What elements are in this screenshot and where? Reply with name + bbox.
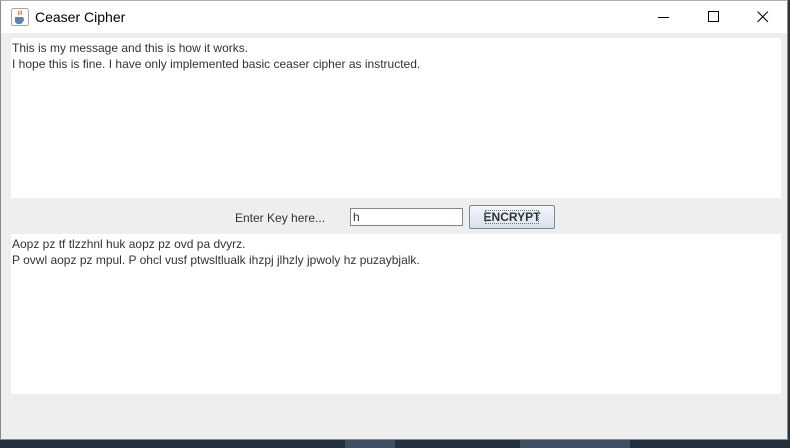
key-input[interactable]: h [350,208,463,226]
app-window: Ceaser Cipher This is my message and thi… [0,0,788,440]
taskbar-item [520,440,630,448]
desktop-taskbar-edge [0,440,790,448]
window-title: Ceaser Cipher [35,9,126,25]
close-button[interactable] [740,1,786,33]
key-label: Enter Key here... [235,211,326,225]
minimize-icon [658,17,669,18]
encrypted-output-textarea[interactable]: Aopz pz tf tlzzhnl huk aopz pz ovd pa dv… [11,234,781,394]
minimize-button[interactable] [641,1,687,33]
message-input-textarea[interactable]: This is my message and this is how it wo… [11,38,781,198]
taskbar-item [345,440,395,448]
focus-ring [485,210,539,224]
title-bar[interactable]: Ceaser Cipher [1,1,787,33]
encrypt-button[interactable]: ENCRYPT [469,205,555,229]
maximize-button[interactable] [691,1,737,33]
maximize-icon [708,11,719,22]
close-icon [757,11,769,23]
java-coffee-cup-icon[interactable] [11,8,29,26]
